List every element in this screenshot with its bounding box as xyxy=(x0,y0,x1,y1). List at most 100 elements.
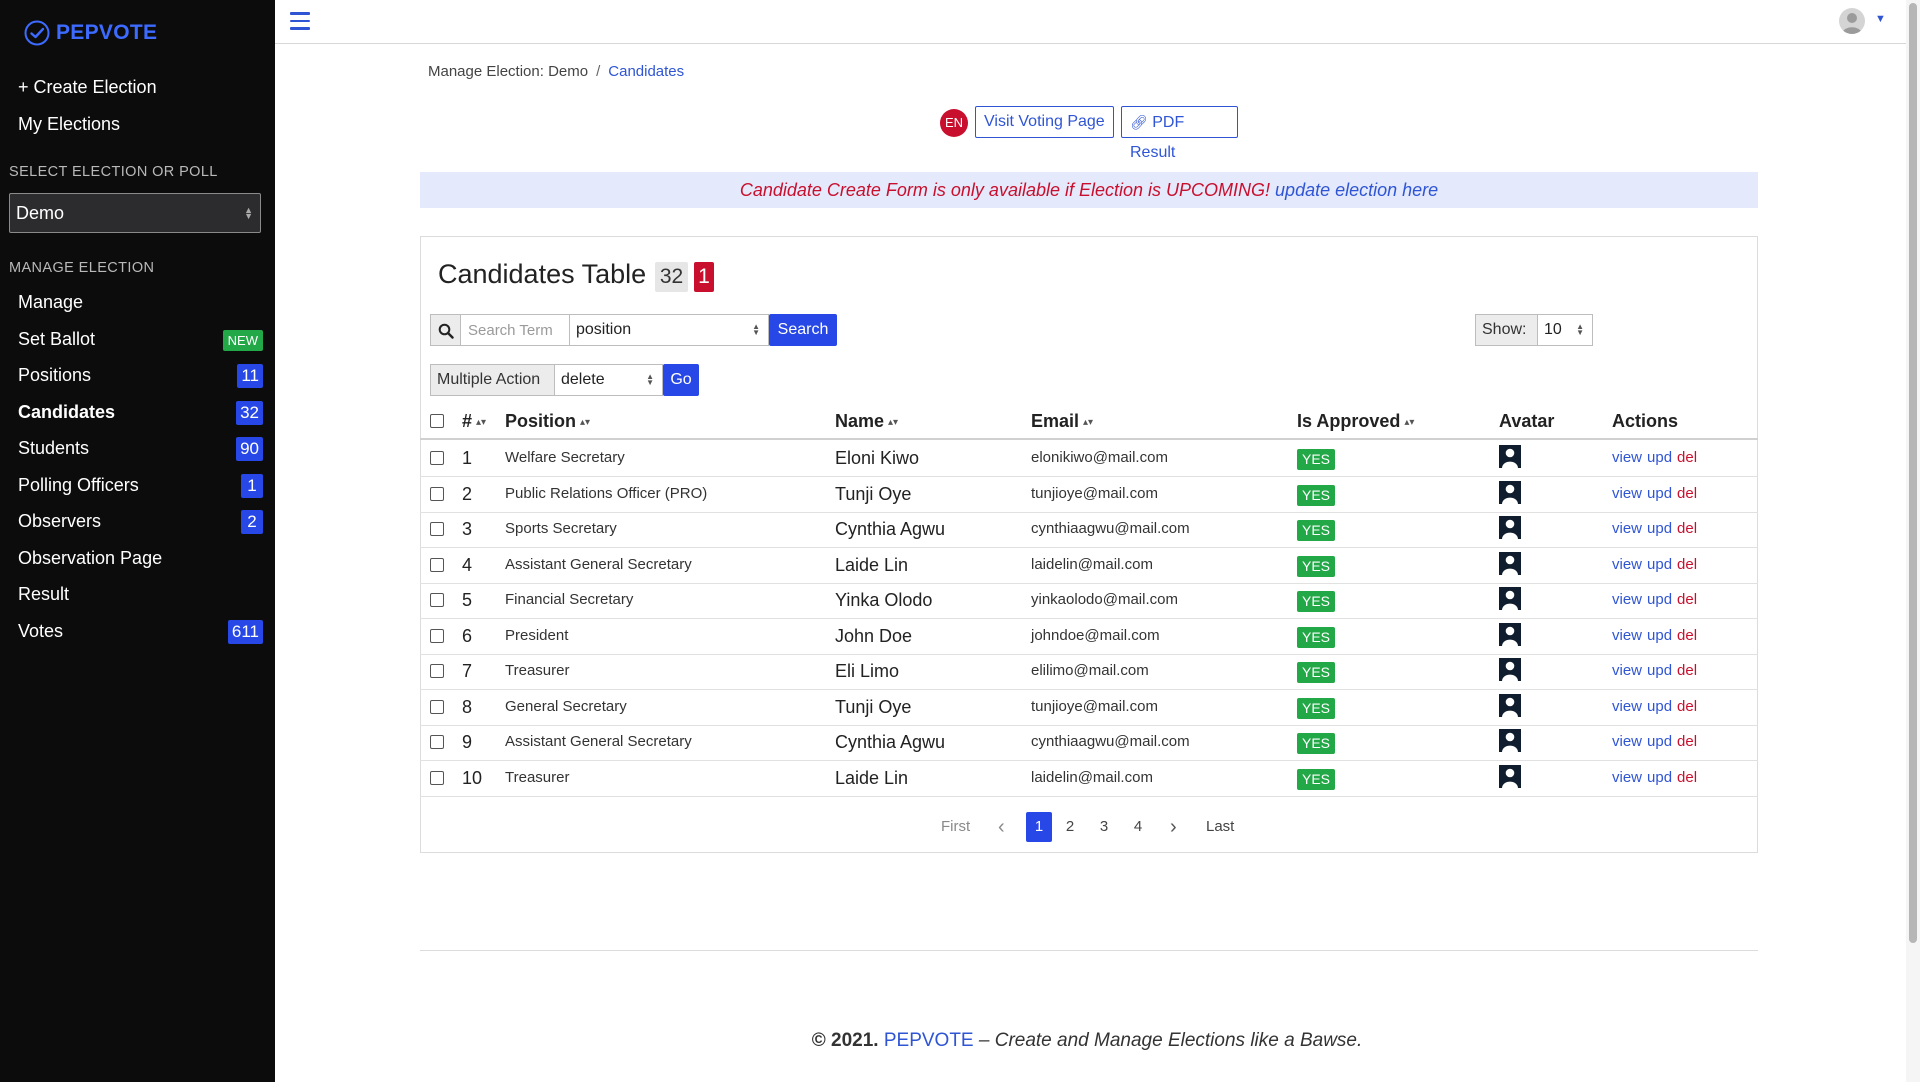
sidebar-item-result[interactable]: Result xyxy=(0,577,275,613)
row-number: 6 xyxy=(462,626,473,646)
pagination-first[interactable]: First xyxy=(941,812,970,842)
update-election-link[interactable]: update election here xyxy=(1275,180,1438,200)
delete-action-link[interactable]: del xyxy=(1677,733,1697,750)
update-action-link[interactable]: upd xyxy=(1647,769,1672,786)
approved-badge: YES xyxy=(1297,591,1336,612)
pagination-page-2[interactable]: 2 xyxy=(1062,812,1078,842)
show-count-select[interactable]: 10 ▲ ▼ xyxy=(1537,314,1593,346)
delete-action-link[interactable]: del xyxy=(1677,556,1697,573)
candidate-avatar-icon xyxy=(1499,623,1521,646)
update-action-link[interactable]: upd xyxy=(1647,556,1672,573)
row-actions: view upd del xyxy=(1612,653,1697,689)
create-election-link[interactable]: + Create Election xyxy=(18,77,157,98)
multiple-action-select[interactable]: delete ▲ ▼ xyxy=(554,364,663,396)
approved-badge: YES xyxy=(1297,662,1336,683)
multiple-action-value: delete xyxy=(561,371,605,388)
hamburger-menu-icon[interactable] xyxy=(290,12,310,30)
view-action-link[interactable]: view xyxy=(1612,591,1642,608)
view-action-link[interactable]: view xyxy=(1612,662,1642,679)
candidate-avatar-icon xyxy=(1499,481,1521,504)
row-email: elonikiwo@mail.com xyxy=(1031,449,1168,466)
sidebar-item-manage[interactable]: Manage xyxy=(0,285,275,321)
sidebar-item-label: Manage xyxy=(18,292,84,312)
pdf-result-button[interactable]: 🔗︎ PDF Result xyxy=(1121,106,1238,161)
column-header-num[interactable]: # ▴▾ xyxy=(462,411,486,432)
sidebar-item-set-ballot[interactable]: Set Ballot NEW xyxy=(0,322,275,358)
row-actions: view upd del xyxy=(1612,724,1697,760)
page-scrollbar[interactable] xyxy=(1906,0,1920,1082)
view-action-link[interactable]: view xyxy=(1612,698,1642,715)
delete-action-link[interactable]: del xyxy=(1677,698,1697,715)
column-header-approved[interactable]: Is Approved ▴▾ xyxy=(1297,411,1414,432)
sidebar-item-polling-officers[interactable]: Polling Officers 1 xyxy=(0,468,275,504)
visit-voting-page-button[interactable]: Visit Voting Page xyxy=(975,106,1114,138)
column-header-email[interactable]: Email ▴▾ xyxy=(1031,411,1093,432)
brand[interactable]: PEPVOTE xyxy=(24,19,157,47)
sidebar-item-label: Votes xyxy=(18,621,64,641)
view-action-link[interactable]: view xyxy=(1612,449,1642,466)
row-email: tunjioye@mail.com xyxy=(1031,698,1158,715)
my-elections-link[interactable]: My Elections xyxy=(18,114,120,135)
view-action-link[interactable]: view xyxy=(1612,556,1642,573)
column-header-position[interactable]: Position ▴▾ xyxy=(505,411,590,432)
sidebar-item-votes[interactable]: Votes 611 xyxy=(0,614,275,650)
language-switch[interactable]: EN xyxy=(940,109,968,137)
delete-action-link[interactable]: del xyxy=(1677,769,1697,786)
view-action-link[interactable]: view xyxy=(1612,733,1642,750)
update-action-link[interactable]: upd xyxy=(1647,449,1672,466)
update-action-link[interactable]: upd xyxy=(1647,485,1672,502)
delete-action-link[interactable]: del xyxy=(1677,520,1697,537)
table-row: 2 Public Relations Officer (PRO) Tunji Oye… xyxy=(420,476,1758,513)
chevron-left-icon[interactable]: ‹ xyxy=(998,812,1005,842)
sidebar-item-observation-page[interactable]: Observation Page xyxy=(0,541,275,577)
view-action-link[interactable]: view xyxy=(1612,627,1642,644)
count-badge: 1 xyxy=(241,474,263,498)
candidate-avatar-icon xyxy=(1499,694,1521,717)
row-name: Eli Limo xyxy=(835,661,900,681)
footer-brand-link[interactable]: PEPVOTE xyxy=(884,1030,974,1051)
update-action-link[interactable]: upd xyxy=(1647,520,1672,537)
user-avatar-icon[interactable] xyxy=(1839,8,1865,34)
breadcrumb-current[interactable]: Candidates xyxy=(608,63,684,80)
update-action-link[interactable]: upd xyxy=(1647,662,1672,679)
delete-action-link[interactable]: del xyxy=(1677,627,1697,644)
delete-action-link[interactable]: del xyxy=(1677,485,1697,502)
brand-name: PEPVOTE xyxy=(56,21,158,44)
update-action-link[interactable]: upd xyxy=(1647,733,1672,750)
update-action-link[interactable]: upd xyxy=(1647,627,1672,644)
go-button[interactable]: Go xyxy=(663,364,699,396)
update-action-link[interactable]: upd xyxy=(1647,591,1672,608)
view-action-link[interactable]: view xyxy=(1612,520,1642,537)
manage-election-heading: MANAGE ELECTION xyxy=(9,260,155,276)
search-field-select[interactable]: position ▲ ▼ xyxy=(569,314,769,346)
sidebar-item-positions[interactable]: Positions 11 xyxy=(0,358,275,394)
row-number: 8 xyxy=(462,697,473,717)
chevron-right-icon[interactable]: › xyxy=(1170,812,1177,842)
delete-action-link[interactable]: del xyxy=(1677,662,1697,679)
search-button[interactable]: Search xyxy=(769,314,837,346)
pagination-last[interactable]: Last xyxy=(1206,812,1234,842)
footer-divider xyxy=(420,950,1758,951)
sidebar-item-candidates[interactable]: Candidates 32 xyxy=(0,395,275,431)
count-badge: 90 xyxy=(236,437,263,461)
sidebar-item-students[interactable]: Students 90 xyxy=(0,431,275,467)
search-input[interactable] xyxy=(461,314,570,346)
pagination-page-1[interactable]: 1 xyxy=(1026,812,1052,842)
view-action-link[interactable]: view xyxy=(1612,769,1642,786)
candidate-avatar-icon xyxy=(1499,445,1521,468)
view-action-link[interactable]: view xyxy=(1612,485,1642,502)
footer-copyright: © 2021. xyxy=(811,1030,879,1051)
column-header-name[interactable]: Name ▴▾ xyxy=(835,411,898,432)
scrollbar-thumb[interactable] xyxy=(1909,3,1917,943)
breadcrumb-parent[interactable]: Manage Election: Demo xyxy=(428,63,588,80)
update-action-link[interactable]: upd xyxy=(1647,698,1672,715)
select-all-checkbox[interactable] xyxy=(430,414,444,428)
pagination-page-3[interactable]: 3 xyxy=(1096,812,1112,842)
delete-action-link[interactable]: del xyxy=(1677,591,1697,608)
candidate-avatar-icon xyxy=(1499,516,1521,539)
pagination-page-4[interactable]: 4 xyxy=(1130,812,1146,842)
election-select[interactable]: Demo ▲ ▼ xyxy=(9,193,261,233)
caret-down-icon[interactable]: ▼ xyxy=(1875,13,1886,25)
sidebar-item-observers[interactable]: Observers 2 xyxy=(0,504,275,540)
delete-action-link[interactable]: del xyxy=(1677,449,1697,466)
